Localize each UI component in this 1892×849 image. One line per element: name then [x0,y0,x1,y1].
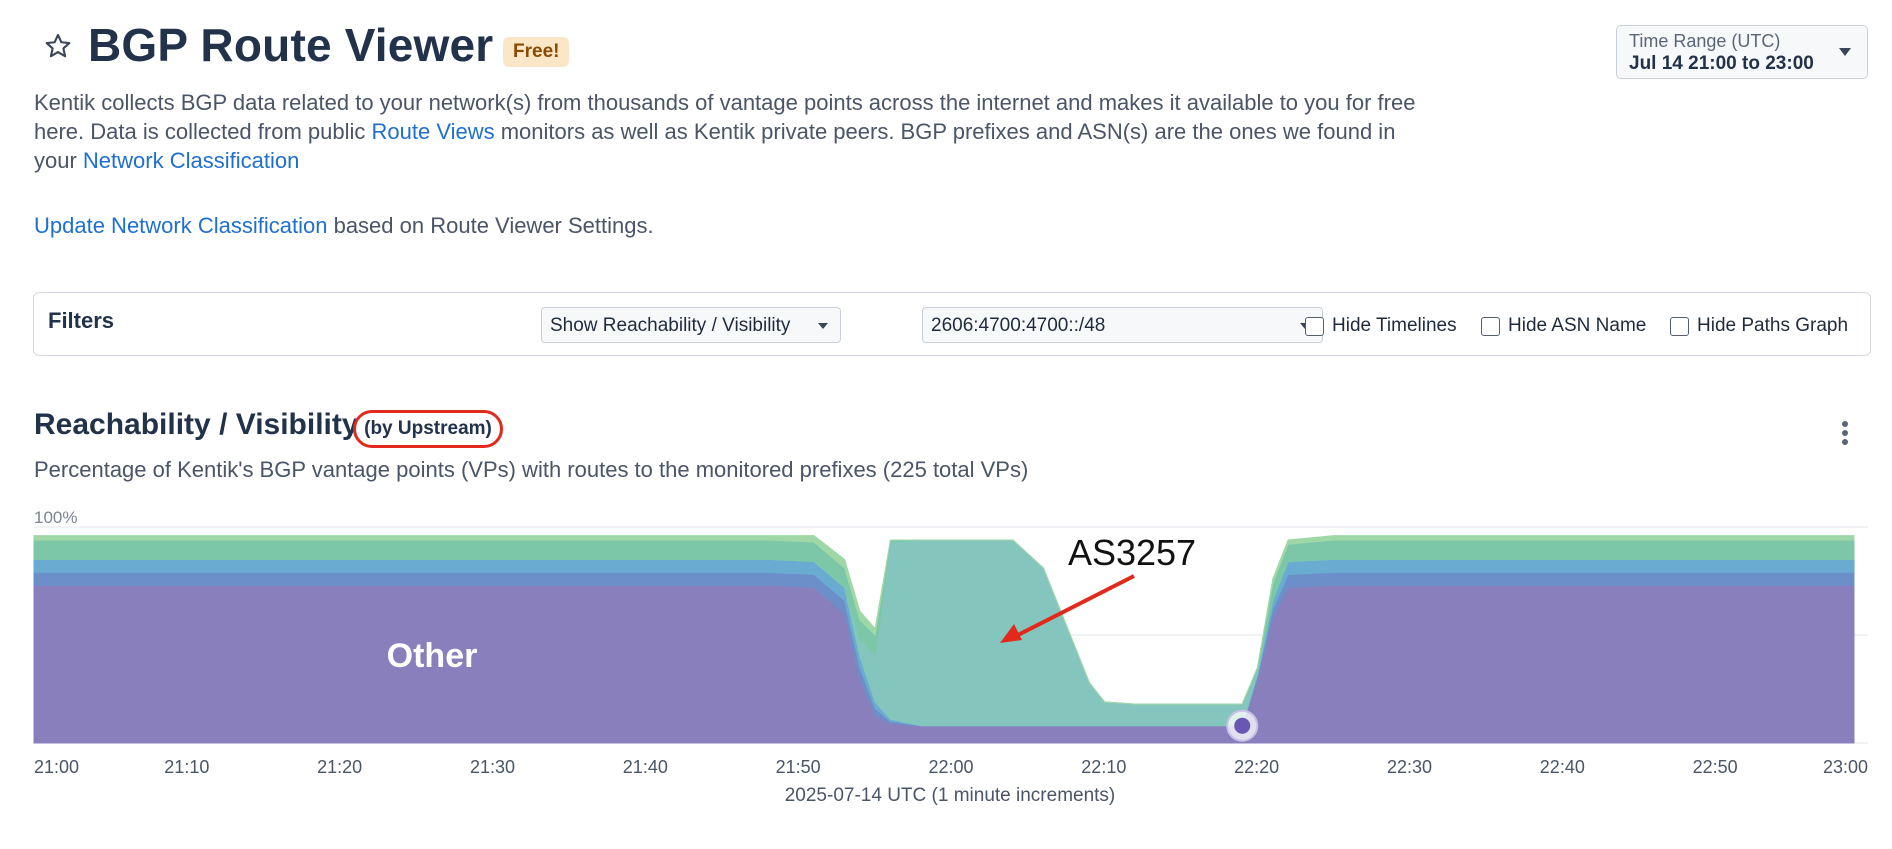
x-tick-label: 22:10 [1081,757,1126,777]
checkbox-label: Hide ASN Name [1508,315,1647,336]
x-tick-label: 21:40 [623,757,668,777]
free-badge: Free! [503,37,570,67]
hide-asn-name-checkbox[interactable]: Hide ASN Name [1481,315,1646,337]
checkbox-label: Hide Timelines [1332,315,1457,336]
network-classification-link[interactable]: Network Classification [83,148,299,173]
x-tick-label: 21:20 [317,757,362,777]
hide-paths-graph-checkbox[interactable]: Hide Paths Graph [1670,315,1848,337]
prefix-select-value: 2606:4700:4700::/48 [931,315,1106,336]
x-tick-label: 21:10 [164,757,209,777]
by-upstream-label: (by Upstream) [353,410,503,448]
time-range-selector[interactable]: Time Range (UTC) Jul 14 21:00 to 23:00 [1616,25,1868,79]
view-select-value: Show Reachability / Visibility [550,315,791,336]
as3257-annotation-label: AS3257 [1068,532,1196,573]
x-tick-label: 21:00 [34,757,79,777]
x-tick-label: 22:30 [1387,757,1432,777]
chevron-down-icon [1839,48,1851,56]
x-tick-label: 22:20 [1234,757,1279,777]
view-select[interactable]: Show Reachability / Visibility [541,307,841,343]
section-subtitle: Percentage of Kentik's BGP vantage point… [34,457,1029,482]
page-description: Kentik collects BGP data related to your… [34,88,1434,175]
update-line: Update Network Classification based on R… [34,213,654,239]
kebab-menu-icon[interactable] [1836,418,1854,452]
filters-bar: Filters Show Reachability / Visibility 2… [33,292,1871,356]
y-tick-label: 100% [34,508,77,527]
checkbox-icon[interactable] [1670,316,1689,336]
x-tick-label: 22:40 [1540,757,1585,777]
hover-marker-point[interactable] [1234,717,1251,734]
x-axis-title: 2025-07-14 UTC (1 minute increments) [784,785,1116,806]
checkbox-icon[interactable] [1481,316,1500,336]
hide-timelines-checkbox[interactable]: Hide Timelines [1305,315,1457,337]
page-title: BGP Route Viewer [88,19,494,71]
chevron-down-icon [818,323,828,329]
time-range-label: Time Range (UTC) [1629,31,1781,51]
x-tick-label: 22:50 [1693,757,1738,777]
reachability-chart: 0%50%100% 21:0021:1021:2021:3021:4021:50… [33,508,1868,777]
x-tick-label: 22:00 [928,757,973,777]
x-tick-label: 23:00 [1823,757,1868,777]
route-views-link[interactable]: Route Views [372,119,495,144]
checkbox-icon[interactable] [1305,316,1324,336]
time-range-value: Jul 14 21:00 to 23:00 [1629,53,1814,74]
x-tick-label: 21:50 [776,757,821,777]
checkbox-label: Hide Paths Graph [1697,315,1849,336]
section-title: Reachability / Visibility [34,408,359,441]
x-tick-label: 21:30 [470,757,515,777]
update-text: based on Route Viewer Settings. [327,213,654,238]
favorite-star-icon[interactable] [44,32,72,60]
filters-label: Filters [48,308,115,333]
other-series-label: Other [387,637,478,675]
update-network-classification-link[interactable]: Update Network Classification [34,213,327,238]
prefix-select[interactable]: 2606:4700:4700::/48 [922,307,1323,343]
